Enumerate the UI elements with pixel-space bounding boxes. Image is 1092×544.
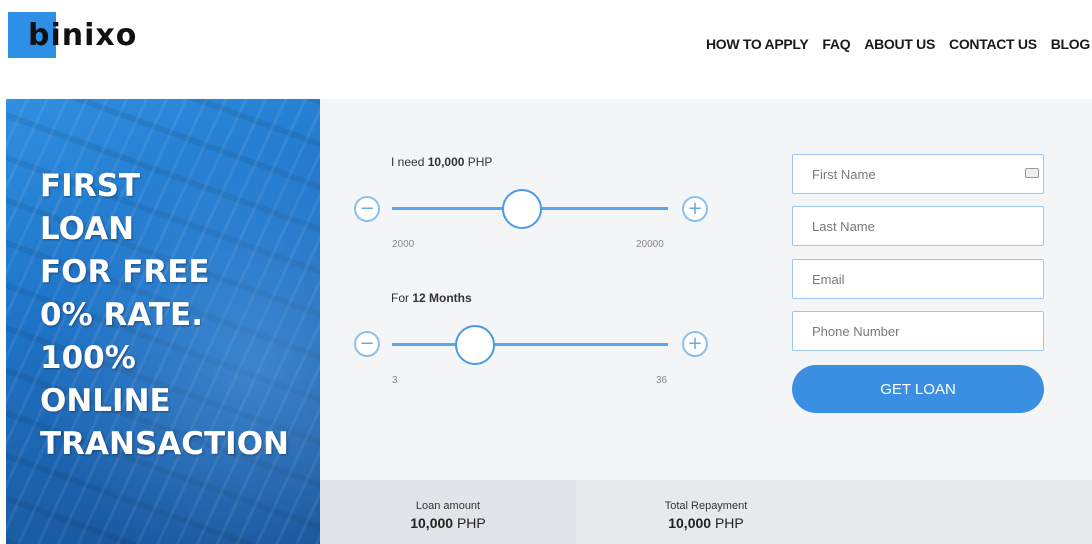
email-field[interactable] xyxy=(792,259,1044,299)
amount-label-prefix: I need xyxy=(391,155,425,169)
plus-icon: + xyxy=(687,333,703,354)
nav-blog[interactable]: BLOG xyxy=(1051,36,1091,52)
term-slider-label: For 12 Months xyxy=(391,291,472,305)
loan-amount-number: 10,000 xyxy=(410,515,454,531)
logo-text: binixo xyxy=(28,18,138,53)
hero-line: FIRST xyxy=(40,168,141,204)
hero-line: ONLINE xyxy=(40,383,171,419)
minus-icon: − xyxy=(359,333,375,354)
hero-headline: FIRST LOAN FOR FREE 0% RATE. 100% ONLINE… xyxy=(40,165,315,466)
term-slider-thumb[interactable] xyxy=(454,325,495,365)
minus-icon: − xyxy=(359,198,375,219)
loan-amount-value: 10,000 PHP xyxy=(348,515,548,531)
hero-line: TRANSACTION xyxy=(40,426,289,462)
hero-banner: FIRST LOAN FOR FREE 0% RATE. 100% ONLINE… xyxy=(6,99,320,544)
plus-icon: + xyxy=(687,198,703,219)
loan-amount-cell: Loan amount 10,000 PHP xyxy=(320,480,576,544)
total-repayment-number: 10,000 xyxy=(668,515,712,531)
term-min-label: 3 xyxy=(392,375,398,386)
hero-line: FOR FREE xyxy=(40,254,210,290)
amount-max-label: 20000 xyxy=(636,239,664,250)
loan-summary: Loan amount 10,000 PHP Total Repayment 1… xyxy=(320,480,1092,544)
brand-logo[interactable]: binixo xyxy=(8,12,148,60)
term-decrease-button[interactable]: − xyxy=(354,331,380,357)
amount-min-label: 2000 xyxy=(392,239,415,250)
first-name-field[interactable] xyxy=(792,154,1044,194)
amount-value: 10,000 xyxy=(427,155,465,169)
total-repayment-cell: Total Repayment 10,000 PHP xyxy=(576,480,832,544)
nav-how-to-apply[interactable]: HOW TO APPLY xyxy=(706,36,809,52)
last-name-field[interactable] xyxy=(792,206,1044,246)
nav-faq[interactable]: FAQ xyxy=(822,36,850,52)
contact-card-icon[interactable] xyxy=(1025,168,1039,178)
amount-unit: PHP xyxy=(467,155,493,169)
get-loan-button[interactable]: GET LOAN xyxy=(792,365,1044,413)
amount-increase-button[interactable]: + xyxy=(682,196,708,222)
amount-decrease-button[interactable]: − xyxy=(354,196,380,222)
term-label-prefix: For xyxy=(391,291,409,305)
hero-line: 100% xyxy=(40,340,136,376)
total-repayment-label: Total Repayment xyxy=(664,500,748,512)
term-slider-track[interactable] xyxy=(392,343,668,346)
total-repayment-value: 10,000 PHP xyxy=(606,515,806,531)
top-nav: HOW TO APPLY FAQ ABOUT US CONTACT US BLO… xyxy=(706,36,1090,52)
amount-slider-label: I need 10,000 PHP xyxy=(391,155,492,169)
hero-line: LOAN xyxy=(40,211,135,247)
term-value: 12 Months xyxy=(412,291,472,305)
loan-amount-label: Loan amount xyxy=(415,500,481,512)
term-increase-button[interactable]: + xyxy=(682,331,708,357)
phone-number-field[interactable] xyxy=(792,311,1044,351)
total-repayment-unit: PHP xyxy=(714,515,744,531)
term-max-label: 36 xyxy=(656,375,668,386)
nav-contact-us[interactable]: CONTACT US xyxy=(949,36,1037,52)
nav-about-us[interactable]: ABOUT US xyxy=(864,36,935,52)
amount-slider-thumb[interactable] xyxy=(501,189,542,229)
loan-amount-unit: PHP xyxy=(456,515,486,531)
hero-line: 0% RATE. xyxy=(40,297,203,333)
loan-calculator: I need 10,000 PHP − + 2000 20000 For 12 … xyxy=(320,99,1092,480)
